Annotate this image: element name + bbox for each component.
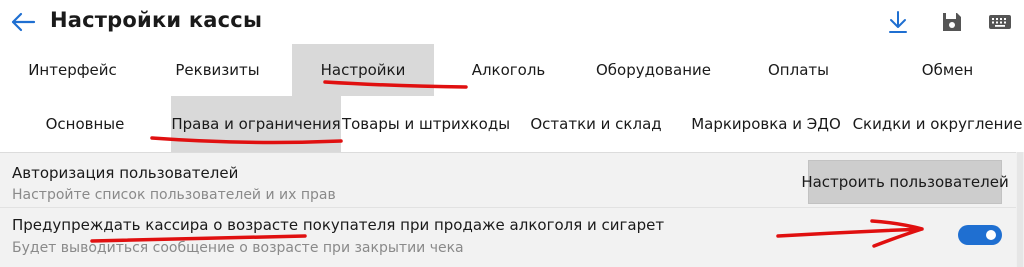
settings-divider [0,207,1016,208]
scrollbar-thumb[interactable] [1017,152,1023,267]
age-warning-toggle[interactable] [958,225,1002,245]
main-tab-bar: Интерфейс Реквизиты Настройки Алкоголь О… [0,44,1024,96]
tab-exchange[interactable]: Обмен [871,44,1024,96]
keyboard-icon[interactable] [988,10,1012,34]
setting-subtitle-age-warning: Будет выводиться сообщение о возрасте пр… [12,240,464,256]
configure-users-button[interactable]: Настроить пользователей [801,160,1009,204]
tab-settings[interactable]: Настройки [292,44,434,96]
subtab-goods-barcodes[interactable]: Товары и штрихкоды [341,96,511,152]
back-arrow-icon[interactable] [10,10,36,34]
tab-alcohol[interactable]: Алкоголь [436,44,581,96]
subtab-stock-warehouse[interactable]: Остатки и склад [511,96,681,152]
tab-payments[interactable]: Оплаты [726,44,871,96]
subtab-basic[interactable]: Основные [0,96,170,152]
setting-title-user-auth: Авторизация пользователей [12,164,239,182]
app-header: Настройки кассы [0,0,1024,44]
tab-requisites[interactable]: Реквизиты [145,44,290,96]
vertical-scrollbar[interactable] [1016,152,1024,267]
save-icon[interactable] [940,10,964,34]
subtab-discounts-rounding[interactable]: Скидки и округление [851,96,1024,152]
subtab-rights-restrictions[interactable]: Права и ограничения [171,96,341,152]
tab-equipment[interactable]: Оборудование [581,44,726,96]
tab-interface[interactable]: Интерфейс [0,44,145,96]
toggle-knob [986,230,996,240]
page-title: Настройки кассы [50,8,263,32]
setting-subtitle-user-auth: Настройте список пользователей и их прав [12,187,336,203]
download-icon[interactable] [886,10,910,34]
setting-title-age-warning: Предупреждать кассира о возрасте покупат… [12,216,665,234]
sub-tab-bar: Основные Права и ограничения Товары и шт… [0,96,1024,152]
subtab-marking-edo[interactable]: Маркировка и ЭДО [681,96,851,152]
